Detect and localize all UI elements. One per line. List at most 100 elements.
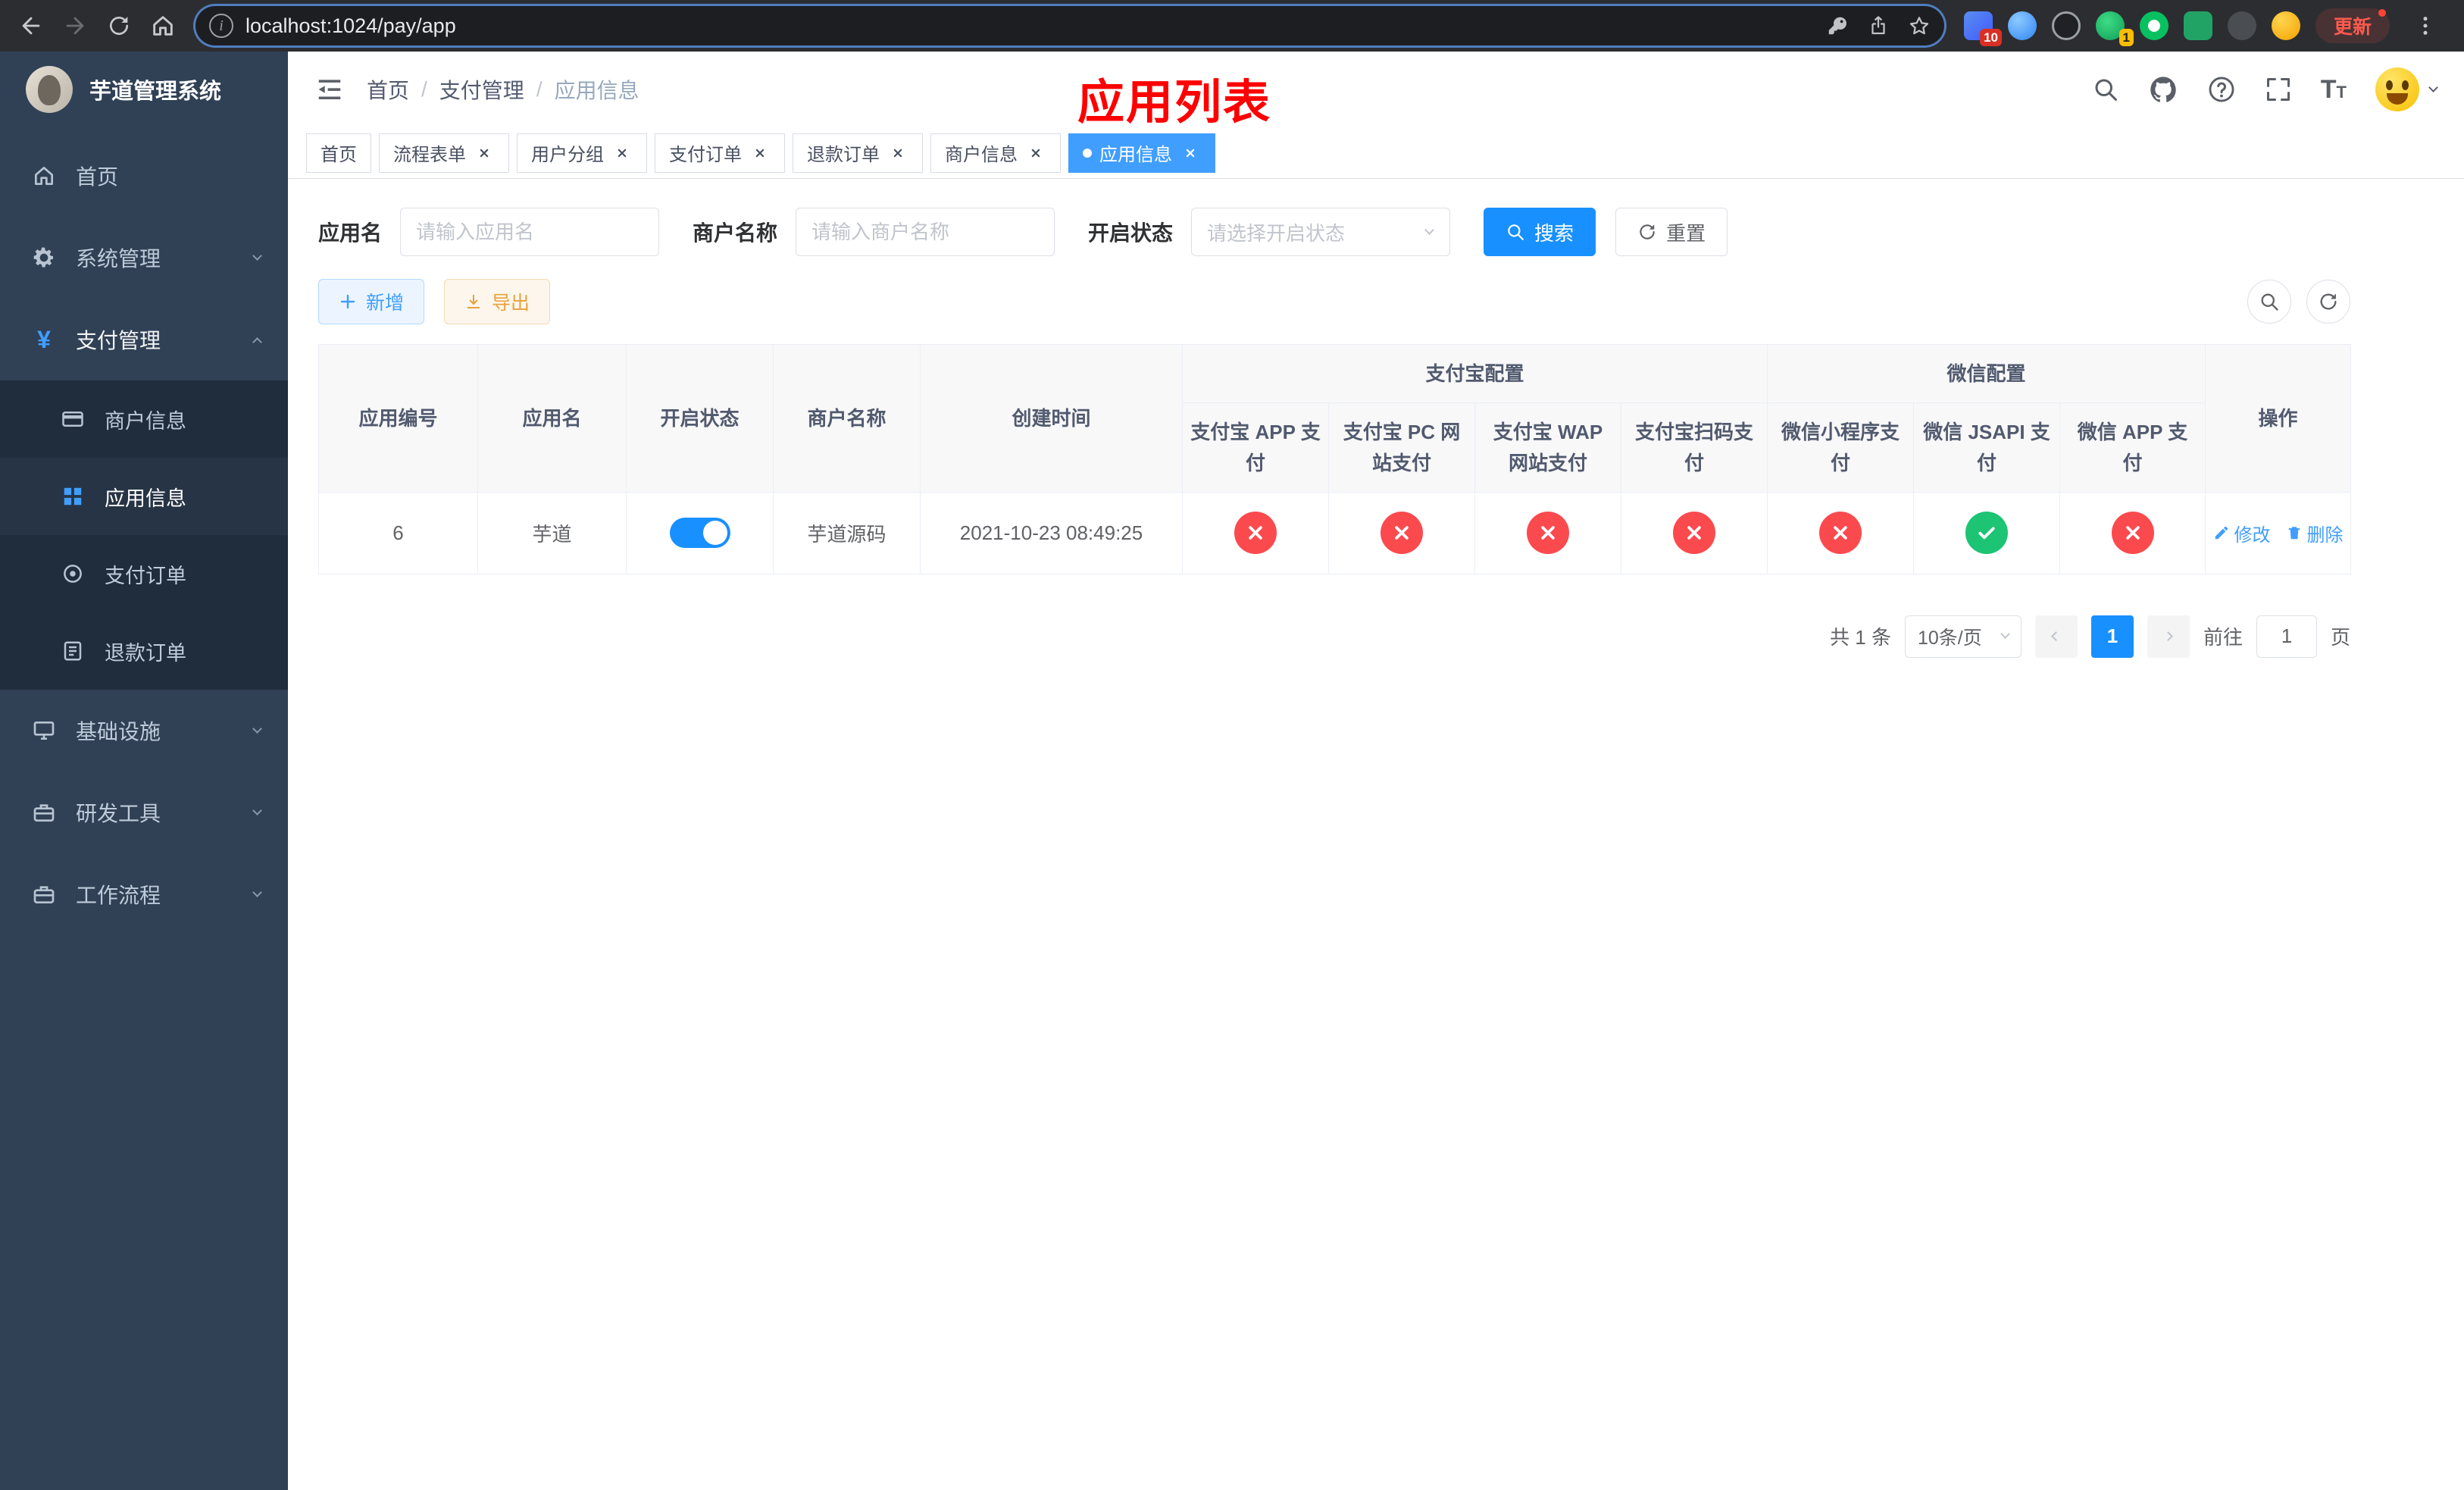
cell-status — [626, 491, 774, 574]
sidebar-item-payment[interactable]: ¥ 支付管理 — [0, 299, 288, 380]
sidebar-item-infra[interactable]: 基础设施 — [0, 690, 288, 772]
logo-avatar — [26, 66, 73, 113]
wechat-mini-status-icon — [1819, 512, 1862, 555]
status-toggle[interactable] — [669, 518, 730, 549]
search-button[interactable]: 搜索 — [1484, 208, 1596, 256]
close-icon[interactable] — [474, 142, 495, 164]
user-menu[interactable] — [2375, 67, 2438, 111]
cell-app-name: 芋道 — [477, 491, 627, 574]
browser-home-icon[interactable] — [142, 5, 183, 46]
col-header-wechat-mini: 微信小程序支付 — [1767, 402, 1915, 493]
sidebar-item-label: 首页 — [76, 165, 119, 189]
browser-menu-icon[interactable] — [2405, 5, 2446, 46]
table-toolbar: 新增 导出 — [318, 279, 2350, 324]
tab-app-info[interactable]: 应用信息 — [1068, 133, 1215, 173]
tab-refund-order[interactable]: 退款订单 — [793, 133, 923, 173]
extension-icon[interactable] — [2051, 11, 2081, 40]
cell-alipay-wap-status — [1474, 491, 1621, 574]
help-icon[interactable] — [2207, 75, 2236, 104]
search-button-label: 搜索 — [1534, 221, 1574, 245]
cell-alipay-pc-status — [1328, 491, 1475, 574]
col-header-merchant: 商户名称 — [773, 344, 921, 493]
extension-badge: 1 — [2118, 29, 2134, 46]
password-key-icon[interactable] — [1826, 14, 1849, 37]
page-title: 应用列表 — [1077, 77, 1272, 129]
row-actions: 修改 删除 — [2212, 520, 2344, 546]
caret-down-icon — [2428, 82, 2438, 92]
breadcrumb-separator: / — [536, 77, 543, 101]
reset-button[interactable]: 重置 — [1615, 208, 1728, 256]
alipay-app-status-icon — [1234, 512, 1277, 555]
breadcrumb-current: 应用信息 — [554, 79, 639, 102]
payment-submenu: 商户信息 应用信息 支付订单 退款订单 — [0, 380, 288, 690]
fullscreen-icon[interactable] — [2265, 76, 2292, 103]
tab-process-form[interactable]: 流程表单 — [379, 133, 509, 173]
close-icon[interactable] — [611, 142, 633, 164]
delete-button[interactable]: 删除 — [2286, 520, 2344, 546]
extension-icon[interactable] — [2139, 11, 2169, 40]
goto-page-input[interactable] — [2256, 615, 2317, 658]
extension-icon[interactable] — [2271, 11, 2300, 40]
breadcrumb-payment[interactable]: 支付管理 — [439, 74, 524, 105]
share-icon[interactable] — [1867, 14, 1890, 37]
breadcrumb-home[interactable]: 首页 — [367, 74, 409, 105]
next-page-button[interactable] — [2147, 615, 2190, 658]
toggle-search-button[interactable] — [2247, 280, 2291, 324]
sidebar-item-system[interactable]: 系统管理 — [0, 217, 288, 299]
app-logo[interactable]: 芋道管理系统 — [0, 52, 288, 127]
site-info-icon[interactable]: i — [209, 14, 233, 38]
page-content: 应用名 商户名称 开启状态 请选择开启状态 搜索 — [288, 179, 2464, 1490]
address-bar[interactable]: i localhost:1024/pay/app — [195, 6, 1944, 45]
browser-forward-icon[interactable] — [55, 5, 95, 46]
tab-merchant-info[interactable]: 商户信息 — [930, 133, 1061, 173]
col-header-alipay-pc: 支付宝 PC 网站支付 — [1328, 402, 1475, 493]
close-icon[interactable] — [1180, 142, 1201, 164]
sidebar-toggle-icon[interactable] — [315, 75, 344, 104]
github-icon[interactable] — [2148, 74, 2178, 105]
extension-icon[interactable] — [2227, 11, 2256, 40]
browser-update-button[interactable]: 更新 — [2315, 8, 2390, 43]
page-number-button[interactable]: 1 — [2090, 615, 2134, 658]
sidebar-item-workflow[interactable]: 工作流程 — [0, 853, 288, 935]
search-icon[interactable] — [2092, 76, 2119, 103]
extension-icon[interactable] — [2183, 11, 2212, 40]
close-icon[interactable] — [887, 142, 908, 164]
add-button[interactable]: 新增 — [318, 279, 425, 324]
close-icon[interactable] — [1025, 142, 1046, 164]
extension-icon[interactable]: 1 — [2095, 11, 2134, 46]
tab-label: 退款订单 — [807, 145, 880, 165]
page-size-select[interactable]: 10条/页 — [1904, 615, 2022, 658]
sidebar-item-pay-order[interactable]: 支付订单 — [0, 535, 288, 612]
tab-user-group[interactable]: 用户分组 — [517, 133, 647, 173]
browser-reload-icon[interactable] — [98, 5, 139, 46]
sidebar-item-label: 支付订单 — [105, 564, 186, 587]
bookmark-star-icon[interactable] — [1908, 14, 1931, 37]
sidebar-item-devtools[interactable]: 研发工具 — [0, 772, 288, 853]
font-size-icon[interactable]: TT — [2321, 77, 2347, 102]
close-icon[interactable] — [749, 142, 771, 164]
sidebar-item-app-info[interactable]: 应用信息 — [0, 458, 288, 535]
browser-back-icon[interactable] — [11, 5, 52, 46]
refresh-table-button[interactable] — [2306, 280, 2350, 324]
status-select[interactable]: 请选择开启状态 — [1191, 208, 1451, 256]
tab-home[interactable]: 首页 — [306, 133, 371, 173]
sidebar-item-home[interactable]: 首页 — [0, 135, 288, 217]
sidebar-item-refund-order[interactable]: 退款订单 — [0, 612, 288, 690]
table-row: 6 芋道 芋道源码 2021-10-23 08:49:25 修改 删除 — [318, 491, 2352, 574]
alipay-wap-status-icon — [1527, 512, 1569, 555]
sidebar-item-label: 退款订单 — [105, 641, 186, 665]
monitor-icon — [30, 718, 58, 743]
url-text[interactable]: localhost:1024/pay/app — [245, 14, 1826, 38]
merchant-name-input[interactable] — [796, 208, 1055, 256]
extension-icon[interactable]: 10 — [1963, 11, 2002, 46]
edit-button[interactable]: 修改 — [2213, 520, 2271, 546]
sidebar-item-merchant-info[interactable]: 商户信息 — [0, 380, 288, 458]
export-button[interactable]: 导出 — [444, 279, 551, 324]
tab-pay-order[interactable]: 支付订单 — [655, 133, 785, 173]
prev-page-button[interactable] — [2034, 615, 2078, 658]
extension-icon[interactable] — [2007, 11, 2037, 40]
cell-app-id: 6 — [318, 491, 478, 574]
chevron-left-icon — [2051, 631, 2062, 642]
app-name-input[interactable] — [400, 208, 660, 256]
wechat-app-status-icon — [2111, 512, 2154, 555]
